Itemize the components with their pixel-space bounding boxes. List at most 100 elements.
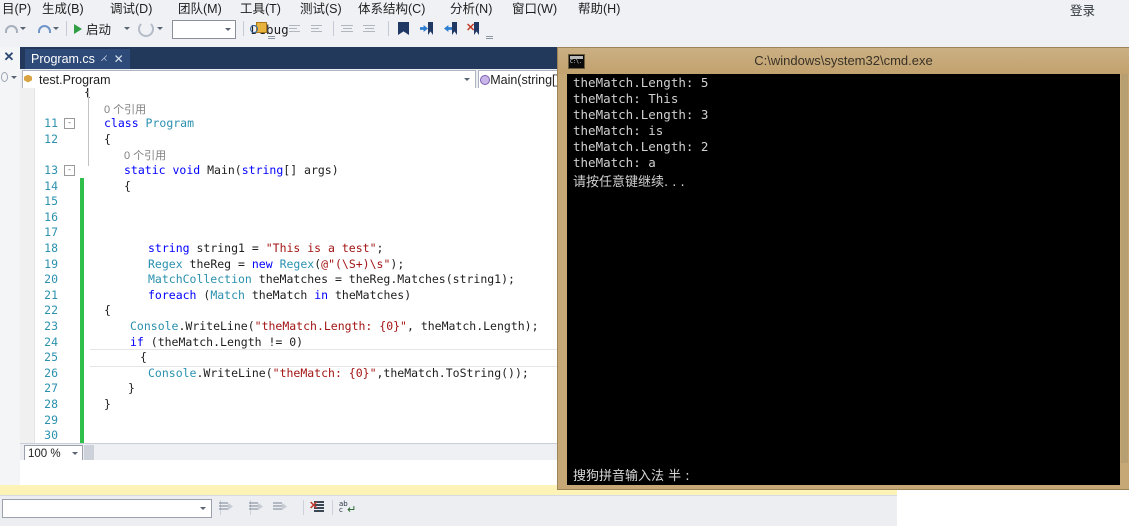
- decrease-indent-icon: [340, 23, 354, 35]
- menu-item-tools[interactable]: 工具(T): [240, 0, 281, 17]
- pin-icon[interactable]: ⊦: [98, 52, 111, 66]
- restart-button[interactable]: [138, 17, 154, 40]
- line-number: 16: [44, 209, 58, 224]
- change-indicator: [80, 396, 84, 412]
- toolbar-separator: [333, 21, 334, 36]
- change-indicator: [80, 302, 84, 318]
- menu-item-test[interactable]: 测试(S): [300, 0, 342, 17]
- console-output-line: theMatch: a: [573, 155, 656, 170]
- format-document-button[interactable]: [249, 500, 274, 515]
- code-line: }: [128, 381, 135, 396]
- change-indicator: [80, 255, 84, 272]
- previous-bookmark-button[interactable]: [420, 17, 433, 40]
- undo-button[interactable]: [4, 17, 18, 40]
- left-tool-window-strip: ✕: [0, 47, 21, 485]
- standard-toolbar: 启动 Debug ✕: [0, 17, 1129, 41]
- collapse-toggle[interactable]: -: [64, 118, 75, 130]
- menu-item-help[interactable]: 帮助(H): [578, 0, 620, 17]
- refresh-icon: [138, 20, 154, 37]
- toolbar-filler: [0, 40, 1129, 47]
- code-token: theMatches = theReg.Matches(string1);: [251, 272, 515, 287]
- chevron-down-icon: [464, 78, 470, 81]
- code-token: [] args): [283, 163, 339, 177]
- zoom-level-value: 100 %: [28, 447, 61, 460]
- overflow-dots-icon: [268, 30, 275, 39]
- increase-indent-button[interactable]: [362, 17, 376, 40]
- restart-dropdown-button[interactable]: [157, 17, 163, 40]
- menu-item-architecture[interactable]: 体系结构(C): [358, 0, 425, 17]
- word-wrap-button[interactable]: ab c ↵: [339, 500, 356, 516]
- toggle-bookmark-button[interactable]: [398, 17, 409, 40]
- tool-window-dropdown[interactable]: [1, 70, 17, 84]
- code-token: ;: [376, 241, 384, 255]
- find-in-files-button[interactable]: [250, 17, 267, 40]
- member-select[interactable]: Main(string[]: [478, 70, 559, 89]
- chevron-down-icon: [11, 75, 17, 79]
- code-token: );: [390, 256, 405, 271]
- class-icon: [23, 74, 36, 86]
- clear-all-button[interactable]: ✕: [309, 500, 326, 515]
- code-token: if: [130, 334, 151, 349]
- visual-studio-shell: 目(P) 生成(B) 调试(D) 团队(M) 工具(T) 测试(S) 体系结构(…: [0, 0, 1129, 526]
- type-select[interactable]: test.Program: [22, 70, 476, 89]
- menu-item-analyze[interactable]: 分析(N): [450, 0, 492, 17]
- console-output[interactable]: theMatch.Length: 5 theMatch: This theMatch…: [567, 74, 1120, 463]
- menu-item-project[interactable]: 目(P): [2, 0, 31, 17]
- code-text-area[interactable]: {0 个引用11-class Program12{0 个引用13-static …: [20, 88, 558, 443]
- start-debug-button[interactable]: 启动: [74, 17, 111, 40]
- console-title-bar[interactable]: C:\windows\system32\cmd.exe: [558, 48, 1129, 74]
- code-token: string: [241, 163, 284, 177]
- menu-item-build[interactable]: 生成(B): [42, 0, 84, 17]
- code-token: Console: [130, 319, 179, 333]
- code-token: Program: [145, 116, 195, 131]
- editor-bottom-bar: 100 %: [20, 443, 558, 462]
- code-line: Regex theReg = new Regex(@"(\S+)\s");: [148, 257, 404, 271]
- next-bookmark-button[interactable]: [444, 17, 457, 40]
- toolbar-separator: [332, 500, 333, 515]
- console-output-line: theMatch: This: [573, 91, 679, 106]
- login-link[interactable]: 登录: [1070, 0, 1095, 17]
- uncomment-selection-button[interactable]: [310, 17, 324, 40]
- code-token: @"(\S+)\s": [321, 256, 391, 271]
- code-token: static: [124, 163, 173, 177]
- line-number: 30: [44, 428, 58, 443]
- decrease-indent-button[interactable]: [340, 17, 354, 40]
- clear-bookmarks-button[interactable]: ✕: [466, 17, 479, 40]
- console-scrollbar[interactable]: [1121, 74, 1128, 463]
- menu-item-window[interactable]: 窗口(W): [512, 0, 557, 17]
- menu-item-debug[interactable]: 调试(D): [110, 0, 152, 17]
- tab-program-cs[interactable]: Program.cs ⊦ ✕: [25, 49, 130, 69]
- close-icon[interactable]: ✕: [114, 52, 124, 66]
- start-dropdown-button[interactable]: [124, 17, 130, 40]
- bookmark-previous-icon: [420, 22, 433, 35]
- console-title: C:\windows\system32\cmd.exe: [754, 53, 933, 68]
- command-prompt-window[interactable]: C:\windows\system32\cmd.exe theMatch.Len…: [558, 48, 1129, 489]
- code-token: Main(: [207, 163, 242, 177]
- collapse-toggle[interactable]: -: [64, 165, 75, 176]
- member-select-value: Main(string[]: [490, 72, 559, 87]
- line-number: 22: [44, 303, 58, 318]
- console-output-line: theMatch.Length: 5: [573, 75, 709, 90]
- code-token: string1 =: [196, 241, 266, 255]
- format-selection-button[interactable]: [273, 500, 298, 515]
- scrollbar-thumb[interactable]: [84, 445, 94, 460]
- comment-selection-button[interactable]: [288, 17, 302, 40]
- indent-button[interactable]: [219, 500, 244, 515]
- app-window: 目(P) 生成(B) 调试(D) 团队(M) 工具(T) 测试(S) 体系结构(…: [0, 0, 1129, 526]
- overflow-dots-icon: [486, 30, 493, 39]
- console-output-line: theMatch.Length: 2: [573, 139, 709, 154]
- type-select-value: test.Program: [39, 72, 111, 87]
- editor-horizontal-scrollbar[interactable]: [84, 445, 554, 460]
- close-icon[interactable]: ✕: [2, 50, 16, 64]
- code-editor[interactable]: {0 个引用11-class Program12{0 个引用13-static …: [20, 88, 559, 443]
- find-combo-input[interactable]: [2, 499, 212, 518]
- chevron-down-icon: [157, 27, 163, 30]
- menu-item-team[interactable]: 团队(M): [178, 0, 222, 17]
- redo-button[interactable]: [36, 17, 51, 40]
- chevron-down-icon: [53, 27, 59, 30]
- code-token: Regex: [148, 256, 183, 271]
- redo-dropdown-button[interactable]: [53, 17, 59, 40]
- undo-dropdown-button[interactable]: [20, 17, 26, 40]
- solution-configuration-select[interactable]: Debug: [172, 20, 289, 39]
- chevron-down-icon: [225, 28, 231, 31]
